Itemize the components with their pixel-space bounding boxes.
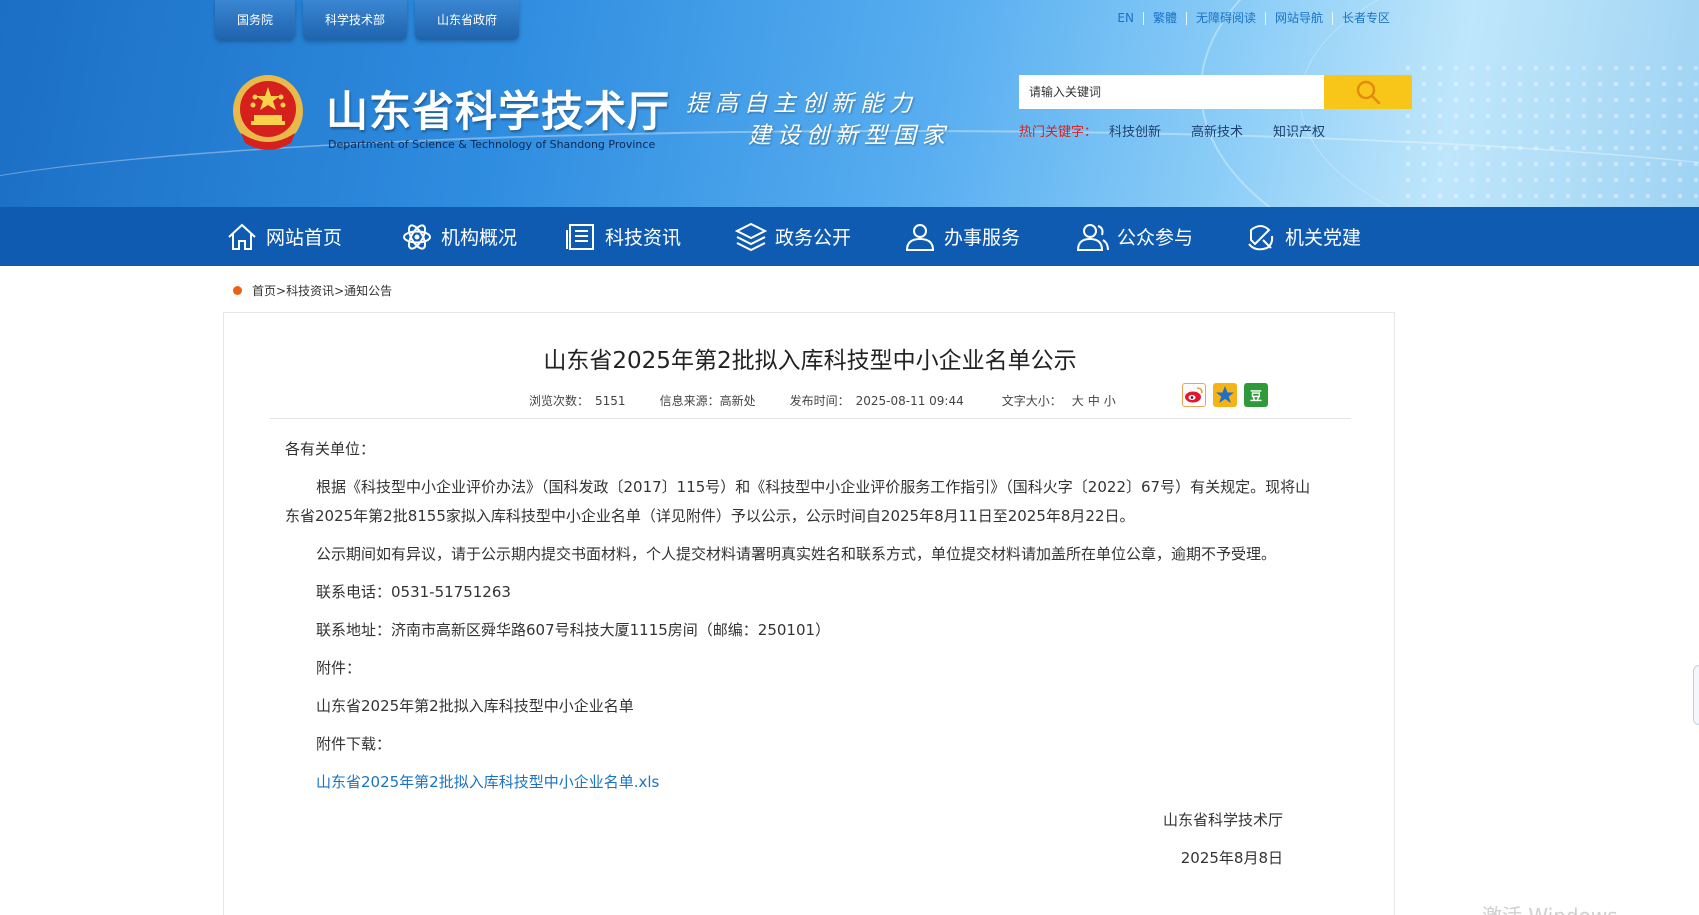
search-button[interactable] (1324, 75, 1412, 109)
meta-views: 浏览次数： 5151 (529, 392, 626, 409)
link-elderly[interactable]: 长者专区 (1331, 12, 1399, 25)
link-english[interactable]: EN (1108, 12, 1143, 25)
tab-ministry-of-science[interactable]: 科学技术部 (303, 0, 407, 40)
slogan-line1: 提高自主创新能力 (686, 91, 918, 117)
breadcrumb-separator: > (276, 283, 287, 298)
nav-party-building[interactable]: 机关党建 (1245, 207, 1361, 266)
site-title[interactable]: 山东省科学技术厅 (326, 78, 670, 139)
share-bar: 豆 (1182, 383, 1268, 407)
nav-services[interactable]: 办事服务 (904, 207, 1020, 266)
site-subtitle: Department of Science & Technology of Sh… (328, 138, 656, 151)
nav-label: 科技资讯 (605, 227, 682, 249)
search-icon (1356, 80, 1381, 105)
nav-label: 公众参与 (1117, 227, 1194, 249)
attachment-label: 附件： (316, 659, 362, 677)
article-meta: 浏览次数： 5151 信息来源：高新处 发布时间： 2025-08-11 09:44… (529, 392, 1150, 409)
article-title: 山东省2025年第2批拟入库科技型中小企业名单公示 (543, 348, 1077, 374)
national-emblem-icon (233, 75, 303, 150)
hot-keyword[interactable]: 高新技术 (1191, 121, 1243, 140)
date-value: 2025-08-11 09:44 (855, 394, 964, 408)
source-label: 信息来源： (659, 394, 720, 408)
nav-home[interactable]: 网站首页 (226, 207, 342, 266)
nav-institution[interactable]: 机构概况 (401, 207, 517, 266)
paragraph-2: 公示期间如有异议，请于公示期内提交书面材料，个人提交材料请署明真实姓名和联系方式… (316, 545, 1277, 563)
qzone-icon[interactable] (1213, 383, 1237, 407)
meta-source: 信息来源：高新处 (660, 392, 756, 409)
attachment-download-link[interactable]: 山东省2025年第2批拟入库科技型中小企业名单.xls (285, 768, 1325, 797)
hot-keywords-label: 热门关键字： (1019, 125, 1098, 140)
side-float-tab[interactable] (1693, 665, 1699, 725)
source-value: 高新处 (719, 394, 756, 408)
breadcrumb-separator: > (334, 283, 345, 298)
site-header: 国务院 科学技术部 山东省政府 EN 繁體 无障碍阅读 网站导航 长者专区 山东… (0, 0, 1699, 207)
signature-date: 2025年8月8日 (1180, 849, 1283, 867)
nav-public-participation[interactable]: 公众参与 (1077, 207, 1193, 266)
top-tabs: 国务院 科学技术部 山东省政府 (215, 0, 519, 40)
slogan-line2: 建设创新型国家 (748, 123, 951, 149)
breadcrumb: 首页 > 科技资讯 > 通知公告 (233, 282, 392, 299)
link-accessibility[interactable]: 无障碍阅读 (1185, 12, 1265, 25)
title-divider (269, 418, 1351, 419)
layers-icon (735, 222, 767, 251)
font-size-medium[interactable]: 中 (1088, 394, 1100, 408)
link-site-map[interactable]: 网站导航 (1264, 12, 1332, 25)
party-icon (1248, 224, 1274, 250)
date-label: 发布时间： (789, 394, 850, 408)
hot-keyword[interactable]: 科技创新 (1109, 121, 1161, 140)
salutation: 各有关单位： (285, 440, 376, 458)
breadcrumb-current[interactable]: 通知公告 (344, 282, 392, 299)
nav-label: 机构概况 (441, 227, 518, 249)
main-nav: 网站首页 机构概况 科技资讯 政务公开 办事服务 公众参与 机关党建 (0, 207, 1699, 266)
tab-shandong-government[interactable]: 山东省政府 (415, 0, 519, 40)
download-label: 附件下载： (316, 735, 392, 753)
attachment-name: 山东省2025年第2批拟入库科技型中小企业名单 (316, 697, 634, 715)
meta-date: 发布时间： 2025-08-11 09:44 (790, 392, 964, 409)
home-icon (228, 223, 256, 250)
article-panel: 山东省2025年第2批拟入库科技型中小企业名单公示 浏览次数： 5151 信息来源… (223, 312, 1395, 915)
nav-news[interactable]: 科技资讯 (565, 207, 681, 266)
search-input[interactable] (1019, 75, 1324, 109)
hot-keywords: 热门关键字： 科技创新 高新技术 知识产权 (1019, 121, 1355, 140)
header-decoration (1400, 60, 1699, 200)
nav-label: 政务公开 (775, 227, 852, 249)
nav-government-affairs[interactable]: 政务公开 (735, 207, 851, 266)
douban-icon[interactable]: 豆 (1244, 383, 1268, 407)
users-icon (1077, 223, 1109, 251)
news-icon (566, 223, 594, 250)
nav-label: 网站首页 (266, 227, 343, 249)
nav-label: 办事服务 (944, 227, 1021, 249)
breadcrumb-home[interactable]: 首页 (252, 282, 276, 299)
meta-font-size: 文字大小： 大中小 (998, 392, 1116, 409)
views-count: 5151 (595, 394, 626, 408)
font-size-label: 文字大小： (1001, 394, 1062, 408)
breadcrumb-section[interactable]: 科技资讯 (286, 282, 334, 299)
hot-keyword[interactable]: 知识产权 (1273, 121, 1325, 140)
contact-address: 联系地址：济南市高新区舜华路607号科技大厦1115房间（邮编：250101） (316, 621, 831, 639)
font-size-large[interactable]: 大 (1072, 394, 1084, 408)
contact-phone: 联系电话：0531-51751263 (316, 583, 511, 601)
signature: 山东省科学技术厅 (1162, 811, 1283, 829)
views-label: 浏览次数： (529, 394, 590, 408)
top-links: EN 繁體 无障碍阅读 网站导航 长者专区 (1108, 12, 1399, 25)
link-traditional[interactable]: 繁體 (1142, 12, 1186, 25)
atom-icon (403, 223, 431, 250)
windows-watermark: 激活 Windows (1482, 900, 1618, 915)
font-size-small[interactable]: 小 (1104, 394, 1116, 408)
tab-state-council[interactable]: 国务院 (215, 0, 295, 40)
weibo-icon[interactable] (1182, 383, 1206, 407)
nav-label: 机关党建 (1285, 227, 1362, 249)
user-icon (905, 223, 935, 251)
paragraph-1: 根据《科技型中小企业评价办法》（国科发政〔2017〕115号）和《科技型中小企业… (285, 478, 1311, 525)
breadcrumb-dot-icon (233, 286, 242, 295)
article-body: 各有关单位： 根据《科技型中小企业评价办法》（国科发政〔2017〕115号）和《… (285, 435, 1325, 882)
